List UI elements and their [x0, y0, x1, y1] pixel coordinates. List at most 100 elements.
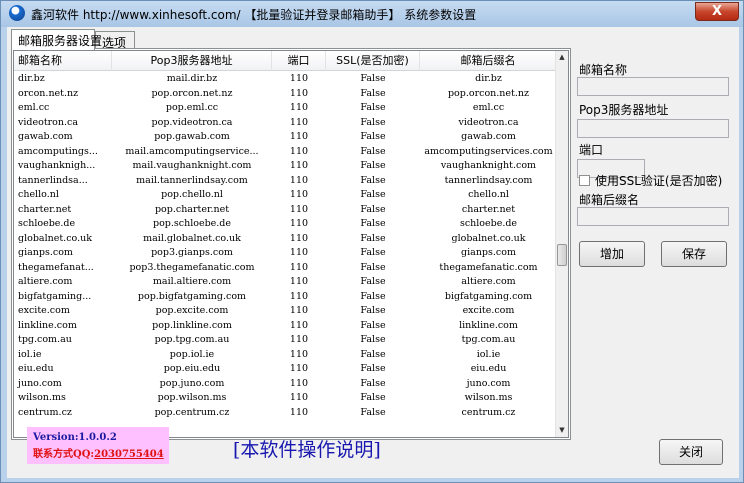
table-row[interactable]: juno.com pop.juno.com 110 False juno.com [14, 377, 557, 392]
cell-pop3-server: pop.eiu.edu [163, 363, 221, 374]
cell-ssl: False [360, 131, 386, 142]
cell-mailbox-name: amcomputings... [18, 145, 98, 157]
close-button[interactable]: 关闭 [659, 439, 723, 465]
column-header-mailbox-name[interactable]: 邮箱名称 [14, 51, 112, 71]
cell-mailbox-name: charter.net [18, 203, 72, 215]
cell-ssl: False [360, 290, 386, 302]
table-row[interactable]: vaughanknigh... mail.vaughanknight.com 110… [14, 159, 557, 174]
cell-mailbox-name: gianps.com [18, 247, 73, 258]
cell-mailbox-name: eiu.edu [18, 363, 54, 374]
mailbox-name-label: 邮箱名称 [579, 63, 628, 77]
cell-pop3-server: pop3.gianps.com [151, 247, 233, 258]
cell-port: 110 [289, 392, 309, 403]
help-instructions-link[interactable]: [本软件操作说明] [233, 435, 381, 462]
cell-ssl: False [360, 145, 386, 157]
cell-mailbox-name: eml.cc [18, 102, 50, 113]
table-row[interactable]: chello.nl pop.chello.nl 110 False chello.nl [14, 188, 557, 203]
mail-server-table[interactable]: 邮箱名称 Pop3服务器地址 端口 SSL(是否加密) 邮箱后缀名 dir.bz… [13, 50, 569, 438]
cell-port: 110 [289, 261, 309, 273]
cell-suffix: globalnet.co.uk [451, 232, 526, 244]
cell-mailbox-name: wilson.ms [18, 392, 66, 403]
column-header-port[interactable]: 端口 [272, 51, 326, 71]
cell-port: 110 [289, 348, 309, 360]
table-row[interactable]: dir.bz mail.dir.bz 110 False dir.bz [14, 72, 557, 87]
cell-pop3-server: pop.videotron.ca [151, 116, 233, 128]
cell-pop3-server: pop.centrum.cz [154, 406, 230, 418]
cell-ssl: False [360, 348, 386, 360]
scroll-up-arrow-icon[interactable]: ▲ [556, 51, 568, 64]
scroll-down-arrow-icon[interactable]: ▼ [556, 424, 568, 437]
cell-mailbox-name: globalnet.co.uk [18, 232, 92, 244]
table-row[interactable]: eiu.edu pop.eiu.edu 110 False eiu.edu [14, 362, 557, 377]
ssl-checkbox[interactable] [579, 175, 590, 186]
cell-port: 110 [289, 218, 309, 229]
ssl-checkbox-label[interactable]: 使用SSL验证(是否加密) [595, 172, 722, 189]
cell-pop3-server: pop.bigfatgaming.com [137, 290, 247, 302]
table-row[interactable]: tpg.com.au pop.tpg.com.au 110 False tpg.com.… [14, 333, 557, 348]
cell-mailbox-name: linkline.com [18, 319, 77, 331]
cell-suffix: juno.com [466, 377, 511, 389]
column-header-suffix[interactable]: 邮箱后缀名 [420, 51, 557, 71]
cell-pop3-server: mail.globalnet.co.uk [143, 232, 241, 244]
cell-ssl: False [360, 261, 386, 273]
scroll-thumb[interactable] [557, 244, 567, 266]
cell-ssl: False [360, 319, 386, 331]
vertical-scrollbar[interactable]: ▲ ▼ [555, 51, 568, 437]
cell-ssl: False [360, 406, 386, 418]
title-bar[interactable]: 鑫河软件 http://www.xinhesoft.com/ 【批量验证并登录邮… [1, 1, 743, 27]
table-row[interactable]: excite.com pop.excite.com 110 False excite.c… [14, 304, 557, 319]
mailbox-name-input[interactable] [577, 77, 729, 96]
table-row[interactable]: bigfatgaming... pop.bigfatgaming.com 110 Fa… [14, 290, 557, 305]
cell-ssl: False [360, 160, 386, 171]
cell-port: 110 [289, 73, 309, 84]
cell-ssl: False [360, 247, 386, 258]
cell-mailbox-name: thegamefanat... [18, 261, 94, 273]
table-row[interactable]: linkline.com pop.linkline.com 110 False link… [14, 319, 557, 334]
save-button[interactable]: 保存 [661, 241, 727, 267]
table-row[interactable]: globalnet.co.uk mail.globalnet.co.uk 110 Fa… [14, 232, 557, 247]
table-row[interactable]: eml.cc pop.eml.cc 110 False eml.cc [14, 101, 557, 116]
table-row[interactable]: wilson.ms pop.wilson.ms 110 False wilson.ms [14, 391, 557, 406]
cell-pop3-server: pop.charter.net [154, 203, 230, 215]
mail-suffix-input[interactable] [577, 207, 729, 226]
table-header: 邮箱名称 Pop3服务器地址 端口 SSL(是否加密) 邮箱后缀名 [14, 51, 557, 71]
window-close-button[interactable]: X [695, 2, 739, 21]
table-row[interactable]: schloebe.de pop.schloebe.de 110 False schloe… [14, 217, 557, 232]
table-row[interactable]: thegamefanat... pop3.thegamefanatic.com 11… [14, 261, 557, 276]
cell-pop3-server: mail.amcomputingservice... [125, 145, 259, 157]
table-row[interactable]: charter.net pop.charter.net 110 False charte… [14, 203, 557, 218]
contact-qq-link[interactable]: 2030755404 [94, 449, 164, 460]
cell-pop3-server: pop.linkline.com [152, 319, 232, 331]
cell-mailbox-name: schloebe.de [18, 218, 76, 229]
column-header-pop3-server[interactable]: Pop3服务器地址 [112, 51, 272, 71]
pop3-server-input[interactable] [577, 119, 729, 138]
tab-mail-server-settings[interactable]: 邮箱服务器设置 [11, 29, 102, 50]
cell-suffix: gianps.com [461, 247, 516, 258]
cell-ssl: False [360, 218, 386, 229]
cell-pop3-server: pop.excite.com [155, 305, 229, 316]
cell-port: 110 [289, 406, 309, 418]
cell-suffix: charter.net [461, 203, 516, 215]
table-row[interactable]: altiere.com mail.altiere.com 110 False altie… [14, 275, 557, 290]
table-row[interactable]: tannerlindsa... mail.tannerlindsay.com 110… [14, 174, 557, 189]
cell-mailbox-name: bigfatgaming... [18, 290, 92, 302]
table-row[interactable]: amcomputings... mail.amcomputingservice..… [14, 145, 557, 160]
cell-ssl: False [360, 87, 386, 99]
add-button[interactable]: 增加 [579, 241, 645, 267]
table-row[interactable]: gianps.com pop3.gianps.com 110 False gianps.… [14, 246, 557, 261]
cell-port: 110 [289, 145, 309, 157]
cell-port: 110 [289, 131, 309, 142]
cell-suffix: videotron.ca [458, 116, 519, 128]
cell-port: 110 [289, 305, 309, 316]
cell-mailbox-name: videotron.ca [18, 116, 79, 128]
cell-ssl: False [360, 363, 386, 374]
cell-mailbox-name: tpg.com.au [18, 334, 72, 345]
table-row[interactable]: videotron.ca pop.videotron.ca 110 False vide… [14, 116, 557, 131]
cell-suffix: linkline.com [459, 319, 518, 331]
column-header-ssl[interactable]: SSL(是否加密) [326, 51, 420, 71]
table-row[interactable]: centrum.cz pop.centrum.cz 110 False centrum.… [14, 406, 557, 421]
table-row[interactable]: gawab.com pop.gawab.com 110 False gawab.com [14, 130, 557, 145]
table-row[interactable]: iol.ie pop.iol.ie 110 False iol.ie [14, 348, 557, 363]
table-row[interactable]: orcon.net.nz pop.orcon.net.nz 110 False pop.… [14, 87, 557, 102]
cell-pop3-server: pop.orcon.net.nz [151, 87, 233, 99]
